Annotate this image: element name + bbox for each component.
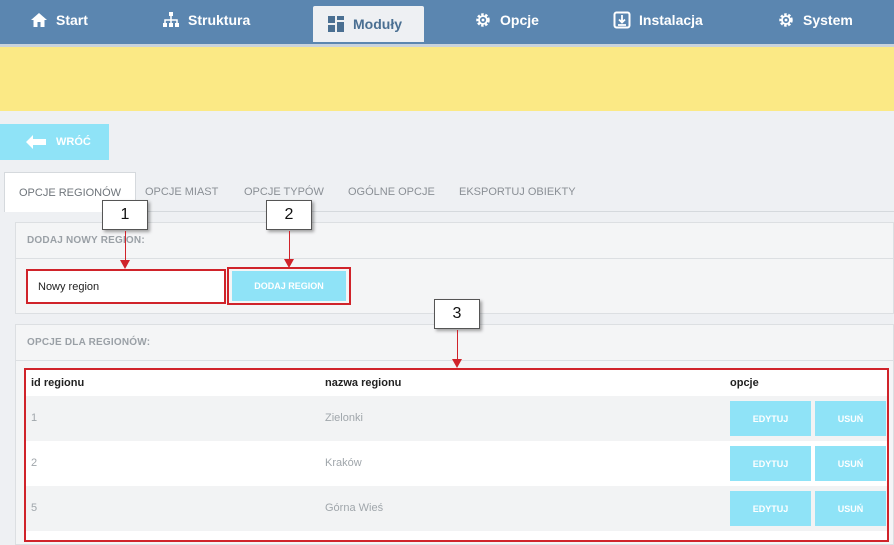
column-header-id: id regionu [31,377,85,389]
region-name: Górna Wieś [325,502,384,514]
callout-arrow-head [120,260,130,269]
region-name-input[interactable]: Nowy region [26,269,226,304]
sitemap-icon [163,12,179,27]
modules-icon [328,16,344,32]
edit-button[interactable]: EDYTUJ [730,401,811,436]
column-header-name: nazwa regionu [325,377,402,389]
delete-button[interactable]: USUŃ [815,401,886,436]
tab-label: OGÓLNE OPCJE [348,186,435,198]
gear-icon [779,13,793,27]
region-name: Kraków [325,457,362,469]
add-region-button[interactable]: DODAJ REGION [232,271,346,301]
tab-label: EKSPORTUJ OBIEKTY [459,186,576,198]
nav-item-label: Struktura [188,12,251,28]
callout-2: 2 [266,200,312,230]
nav-item-start[interactable]: Start [30,0,88,40]
region-name: Zielonki [325,412,363,424]
tab-label: OPCJE TYPÓW [244,186,324,198]
nav-item-system[interactable]: System [777,0,853,40]
callout-arrow [125,231,126,261]
gear-icon [476,13,490,27]
back-button-label: WRÓĆ [56,136,91,148]
callout-arrow-head [452,359,462,368]
nav-item-label: System [803,12,853,28]
column-header-options: opcje [730,377,759,389]
region-id: 5 [31,502,38,514]
nav-item-label: Opcje [500,12,539,28]
notice-bar [0,47,894,111]
edit-button[interactable]: EDYTUJ [730,446,811,481]
region-id: 2 [31,457,38,469]
nav-item-label: Instalacja [639,12,703,28]
callout-1: 1 [102,200,148,230]
nav-item-label: Moduły [353,16,402,32]
tab-opcje-miast[interactable]: OPCJE MIAST [145,172,218,212]
tab-label: OPCJE REGIONÓW [19,186,122,199]
delete-button[interactable]: USUŃ [815,491,886,526]
arrow-left-icon [26,135,46,149]
nav-item-struktura[interactable]: Struktura [162,0,250,40]
callout-arrow [457,330,458,360]
delete-button[interactable]: USUŃ [815,446,886,481]
back-button[interactable]: WRÓĆ [0,124,109,160]
regions-heading: OPCJE DLA REGIONÓW: [16,325,893,361]
home-icon [31,13,47,27]
table-row: 1 Zielonki EDYTUJ USUŃ [26,396,887,441]
callout-arrow-head [284,259,294,268]
nav-item-instalacja[interactable]: Instalacja [613,0,703,40]
install-icon [613,11,631,29]
tab-eksportuj-obiekty[interactable]: EKSPORTUJ OBIEKTY [459,172,576,212]
callout-arrow [289,231,290,260]
tab-ogolne-opcje[interactable]: OGÓLNE OPCJE [348,172,435,212]
nav-item-label: Start [56,12,88,28]
region-id: 1 [31,412,38,424]
table-row: 2 Kraków EDYTUJ USUŃ [26,441,887,486]
tab-label: OPCJE MIAST [145,186,219,198]
callout-3: 3 [434,299,480,329]
nav-item-opcje[interactable]: Opcje [474,0,539,40]
edit-button[interactable]: EDYTUJ [730,491,811,526]
nav-item-moduly[interactable]: Moduły [313,6,424,42]
top-navigation: Start Struktura Moduły Opcje Instalacja … [0,0,894,47]
table-row: 5 Górna Wieś EDYTUJ USUŃ [26,486,887,531]
